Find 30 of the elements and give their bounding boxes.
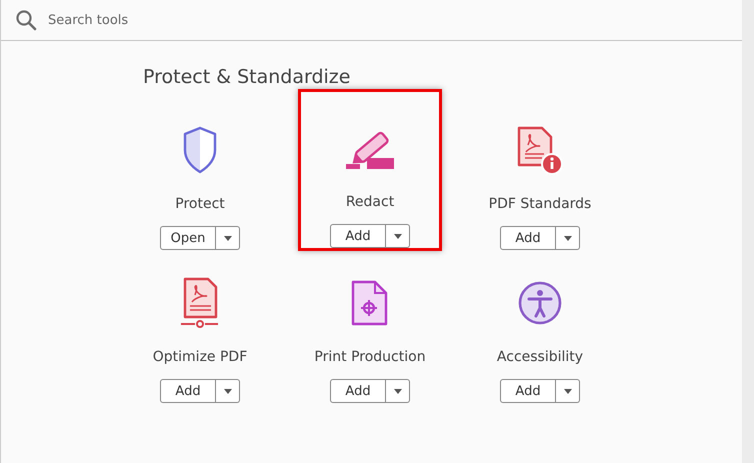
- dropdown-button[interactable]: [556, 226, 580, 250]
- section-heading: Protect & Standardize: [143, 66, 350, 88]
- search-field[interactable]: Search tools: [46, 12, 350, 28]
- action-button[interactable]: Add: [160, 379, 216, 403]
- action-button[interactable]: Add: [330, 379, 386, 403]
- action-button[interactable]: Add: [330, 224, 386, 248]
- tool-label: Protect: [175, 196, 225, 212]
- caret-icon: [224, 236, 232, 240]
- search-icon: [15, 9, 37, 31]
- dropdown-button[interactable]: [556, 379, 580, 403]
- dropdown-button[interactable]: [386, 379, 410, 403]
- dropdown-button[interactable]: [216, 226, 240, 250]
- caret-icon: [394, 234, 402, 238]
- caret-icon: [564, 236, 572, 240]
- shield-icon[interactable]: [182, 124, 218, 176]
- action-button[interactable]: Add: [500, 226, 556, 250]
- pdf-slider-icon[interactable]: [180, 277, 220, 329]
- caret-icon: [224, 388, 232, 394]
- dropdown-button[interactable]: [216, 379, 240, 403]
- tool-label: Print Production: [314, 349, 426, 365]
- tool-label: PDF Standards: [488, 196, 592, 212]
- action-button[interactable]: Open: [160, 226, 216, 250]
- caret-icon: [564, 388, 572, 394]
- caret-icon: [394, 388, 402, 394]
- tool-label: Accessibility: [496, 349, 584, 365]
- dropdown-button[interactable]: [386, 224, 410, 248]
- tool-label: Optimize PDF: [152, 349, 248, 365]
- pdf-info-icon[interactable]: [516, 124, 564, 176]
- action-button[interactable]: Add: [500, 379, 556, 403]
- tool-label: Redact: [346, 194, 394, 210]
